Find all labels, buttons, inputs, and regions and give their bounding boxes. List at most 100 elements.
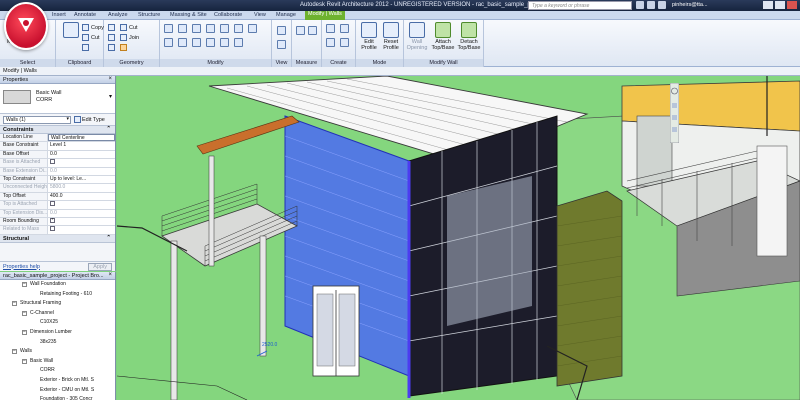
apply-button[interactable]: Apply — [88, 262, 112, 271]
property-value[interactable]: Level 1 — [48, 142, 115, 150]
copy-tool-icon[interactable] — [234, 24, 243, 33]
property-value[interactable]: Wall Centerline — [48, 134, 115, 142]
tree-item[interactable]: − C-Channel — [0, 309, 115, 319]
tree-item[interactable]: − Dimension Lumber — [0, 328, 115, 338]
tree-item-label: Foundation - 305 Concr — [40, 396, 93, 400]
chevron-down-icon[interactable]: ▾ — [109, 93, 112, 100]
binoculars-icon[interactable] — [636, 1, 644, 9]
join-button[interactable]: Join — [120, 34, 139, 41]
tree-item[interactable]: − Structural Framing — [0, 299, 115, 309]
paste-button[interactable] — [58, 22, 84, 39]
tab-massing-site[interactable]: Massing & Site — [170, 12, 207, 18]
view-navigation-bar[interactable] — [669, 82, 680, 144]
tree-item[interactable]: Exterior - Brick on Mtl. S — [0, 376, 115, 386]
section-constraints[interactable]: Constraints — [0, 126, 115, 134]
group-geometry: Cut Join Geometry — [104, 20, 160, 67]
detach-top-base-button[interactable]: Detach Top/Base — [456, 22, 482, 51]
create-similar-icon[interactable] — [340, 38, 349, 47]
split-icon[interactable] — [178, 38, 187, 47]
group-clipboard: Copy Cut Clipboard — [56, 20, 104, 67]
property-value[interactable]: 400.0 — [48, 192, 115, 201]
create-group-icon[interactable] — [326, 38, 335, 47]
tree-item[interactable]: − Basic Wall — [0, 357, 115, 367]
minimize-button[interactable] — [763, 1, 773, 9]
paint-button[interactable] — [120, 44, 127, 51]
close-button[interactable] — [787, 1, 797, 9]
override-icon[interactable] — [277, 40, 286, 49]
tab-structure[interactable]: Structure — [138, 12, 160, 18]
rotate-icon[interactable] — [248, 24, 257, 33]
tree-toggle-icon[interactable]: − — [22, 358, 27, 364]
property-checkbox — [50, 201, 55, 207]
delete-icon[interactable] — [234, 38, 243, 47]
attach-top-base-button[interactable]: Attach Top/Base — [430, 22, 456, 51]
tab-view[interactable]: View — [254, 12, 266, 18]
cut-button[interactable]: Cut — [82, 34, 100, 41]
tree-item[interactable]: C10X25 — [0, 318, 115, 328]
tree-toggle-icon[interactable]: − — [22, 310, 27, 316]
match-button[interactable] — [82, 44, 89, 51]
mirror-icon[interactable] — [192, 24, 201, 33]
reset-profile-button[interactable]: Reset Profile — [378, 22, 404, 51]
info-icon[interactable] — [658, 1, 666, 9]
tree-toggle-icon[interactable]: − — [12, 301, 17, 307]
tree-toggle-icon[interactable]: − — [22, 282, 27, 287]
star-icon[interactable] — [647, 1, 655, 9]
type-selector[interactable]: Basic Wall CORR ▾ — [0, 84, 115, 114]
property-value[interactable]: Up to level: Le... — [48, 175, 115, 184]
search-input[interactable]: Type a keyword or phrase — [528, 1, 632, 10]
move-icon[interactable] — [220, 24, 229, 33]
copy-button[interactable]: Copy — [82, 24, 104, 31]
app-logo[interactable] — [4, 2, 48, 50]
measure-icon[interactable] — [296, 26, 305, 35]
wall-join-button[interactable] — [108, 34, 115, 41]
trim-icon[interactable] — [164, 38, 173, 47]
array-icon[interactable] — [192, 38, 201, 47]
tree-item[interactable]: − Wall Foundation — [0, 280, 115, 290]
instance-filter-row: Walls (1) Edit Type — [0, 114, 115, 126]
tree-toggle-icon[interactable]: − — [12, 349, 17, 355]
tab-analyze[interactable]: Analyze — [108, 12, 128, 18]
property-checkbox[interactable] — [50, 218, 55, 223]
wall-opening-button[interactable]: Wall Opening — [404, 22, 430, 51]
property-value[interactable]: 0.0 — [48, 150, 115, 159]
tree-item[interactable]: Exterior - CMU on Mtl. S — [0, 386, 115, 396]
3d-view-canvas[interactable]: 2520.0 — [117, 76, 800, 400]
hide-icon[interactable] — [277, 26, 286, 35]
cope-button[interactable] — [108, 24, 115, 31]
tree-item[interactable]: Foundation - 305 Concr — [0, 395, 115, 400]
offset-icon[interactable] — [178, 24, 187, 33]
close-icon[interactable]: × — [108, 76, 112, 82]
tab-insert[interactable]: Insert — [52, 12, 66, 18]
pin-icon[interactable] — [220, 38, 229, 47]
edit-type-button[interactable]: Edit Type — [74, 116, 105, 123]
tab-annotate[interactable]: Annotate — [74, 12, 96, 18]
cut-geometry-button[interactable]: Cut — [120, 24, 138, 31]
tree-item[interactable]: CORR — [0, 366, 115, 376]
instance-filter-select[interactable]: Walls (1) — [3, 115, 71, 124]
create-assembly-icon[interactable] — [326, 24, 335, 33]
scale-icon[interactable] — [206, 38, 215, 47]
create-parts-icon[interactable] — [340, 24, 349, 33]
dimension-icon[interactable] — [308, 26, 317, 35]
mirror-draw-icon[interactable] — [206, 24, 215, 33]
tree-toggle-icon[interactable]: − — [22, 329, 27, 335]
tab-modify-walls[interactable]: Modify | Walls — [305, 11, 345, 20]
tree-item[interactable]: − Walls — [0, 347, 115, 357]
tree-item-label: C-Channel — [30, 309, 54, 316]
paste-icon — [63, 22, 79, 38]
close-icon[interactable]: × — [108, 272, 112, 278]
tree-item[interactable]: 38x235 — [0, 338, 115, 348]
tab-collaborate[interactable]: Collaborate — [214, 12, 242, 18]
property-value[interactable] — [48, 217, 115, 226]
split-face-button[interactable] — [108, 44, 115, 51]
user-name[interactable]: pinheirs@tta... — [672, 2, 708, 8]
align-icon[interactable] — [164, 24, 173, 33]
property-value — [48, 226, 115, 234]
tab-manage[interactable]: Manage — [276, 12, 296, 18]
tree-item[interactable]: Retaining Footing - 610 — [0, 290, 115, 300]
section-structural[interactable]: Structural — [0, 234, 115, 243]
maximize-button[interactable] — [775, 1, 785, 9]
tree-item-label: C10X25 — [40, 319, 59, 326]
properties-help-link[interactable]: Properties help — [3, 264, 40, 270]
